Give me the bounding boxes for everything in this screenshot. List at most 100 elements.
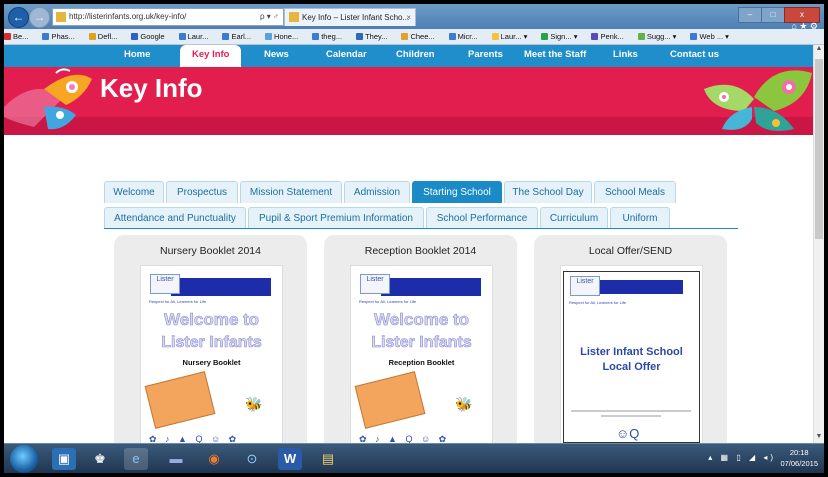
favorite-item[interactable]: Laur... — [178, 32, 216, 41]
tab-welcome[interactable]: Welcome — [104, 181, 164, 203]
back-button[interactable]: ← — [8, 7, 29, 28]
favorite-item[interactable]: Penk... — [591, 32, 630, 41]
nav-home[interactable]: Home — [124, 45, 150, 67]
tab-curriculum[interactable]: Curriculum — [540, 207, 608, 229]
page-banner: Key Info — [4, 67, 814, 135]
tab-starting-school[interactable]: Starting School — [412, 181, 502, 203]
minimize-button[interactable]: – — [738, 7, 762, 23]
system-tray-icons[interactable]: ▴ ▦ ▯ ◢ ◂) — [708, 453, 776, 462]
butterfly-left-icon — [4, 68, 92, 130]
favorite-icon — [131, 33, 139, 40]
banner-band — [4, 117, 814, 135]
tab-school-meals[interactable]: School Meals — [594, 181, 676, 203]
cover-small-text — [571, 410, 691, 412]
cover-heading-2: Lister Infants — [161, 334, 262, 352]
start-button[interactable] — [10, 445, 38, 473]
cover-subtitle: Reception Booklet — [388, 358, 455, 367]
favorite-item[interactable]: Sign... ▾ — [541, 32, 584, 41]
favorite-item[interactable]: Chee... — [401, 32, 441, 41]
tab-title: Key Info – Lister Infant Scho... — [302, 13, 410, 22]
forward-button[interactable]: → — [29, 7, 50, 28]
favorite-item[interactable]: Web ... ▾ — [690, 32, 735, 41]
favorite-item[interactable]: theg... — [312, 32, 349, 41]
favorite-label: Sugg... ▾ — [646, 32, 677, 41]
taskbar-app-icon[interactable]: ♚ — [88, 448, 112, 470]
nav-contact-us[interactable]: Contact us — [670, 45, 719, 67]
card-title: Nursery Booklet 2014 — [160, 245, 261, 257]
favorite-item[interactable]: Earl... — [222, 32, 258, 41]
favorite-label: Earl... — [231, 32, 252, 41]
tab-pupil-sport-premium[interactable]: Pupil & Sport Premium Information — [248, 207, 424, 229]
clock-date: 07/06/2015 — [780, 459, 818, 468]
maximize-button[interactable]: □ — [761, 7, 785, 23]
scroll-up-icon[interactable]: ▲ — [814, 45, 824, 55]
page-scrollbar[interactable]: ▲ ▼ — [813, 45, 824, 443]
favorite-item[interactable]: Hone... — [265, 32, 305, 41]
nursery-booklet-cover[interactable]: Lister Respect for All, Learners for Lif… — [140, 265, 283, 443]
address-bar[interactable]: http://listerinfants.org.uk/key-info/ ρ … — [52, 8, 284, 26]
favorite-item[interactable]: Be... — [4, 32, 35, 41]
favorite-icon — [491, 33, 499, 40]
tab-uniform[interactable]: Uniform — [610, 207, 670, 229]
taskbar-clock[interactable]: 20:18 07/06/2015 — [780, 447, 818, 469]
favorite-item[interactable]: Sugg... ▾ — [637, 32, 684, 41]
nav-meet-the-staff[interactable]: Meet the Staff — [524, 45, 586, 67]
screenshot: ← → http://listerinfants.org.uk/key-info… — [4, 4, 824, 473]
taskbar-app-icon[interactable]: ⊙ — [240, 448, 264, 470]
tab-close-icon[interactable]: × — [406, 9, 411, 26]
tab-favicon-icon — [289, 12, 299, 22]
note-paper-icon — [354, 371, 426, 429]
nav-calendar[interactable]: Calendar — [326, 45, 367, 67]
favorite-item[interactable]: Micr... — [448, 32, 485, 41]
favorite-label: Hone... — [274, 32, 299, 41]
tab-attendance-and-punctuality[interactable]: Attendance and Punctuality — [104, 207, 246, 229]
card-title: Reception Booklet 2014 — [364, 245, 477, 257]
taskbar-app-icon[interactable]: ▬ — [164, 448, 188, 470]
nav-news[interactable]: News — [264, 45, 289, 67]
cover-icons: ✿ ♪ ▲ Q ☺ ✿ — [149, 434, 240, 443]
favorite-item[interactable]: Phas... — [42, 32, 81, 41]
file-explorer-icon[interactable]: ▤ — [316, 448, 340, 470]
cover-heading-1: Lister Infant School — [580, 346, 683, 358]
favorite-icon — [356, 33, 364, 40]
logo-banner — [381, 278, 481, 296]
tab-admission[interactable]: Admission — [344, 181, 410, 203]
favorite-label: Be... — [13, 32, 29, 41]
school-motto: Respect for All, Learners for Life — [569, 300, 627, 305]
firefox-icon[interactable]: ◉ — [202, 448, 226, 470]
cover-heading-1: Welcome to — [163, 310, 260, 330]
nav-children[interactable]: Children — [396, 45, 435, 67]
favorite-item[interactable]: Defl... — [88, 32, 125, 41]
favorite-item[interactable]: Laur... ▾ — [491, 32, 535, 41]
tab-the-school-day[interactable]: The School Day — [504, 181, 592, 203]
logo-banner — [591, 280, 683, 294]
card-title: Local Offer/SEND — [588, 245, 673, 257]
cover-emblem-icon: ☺Q — [616, 426, 640, 441]
favorite-item[interactable]: Google — [131, 32, 171, 41]
local-offer-cover[interactable]: Lister Respect for All, Learners for Lif… — [560, 265, 703, 443]
word-icon[interactable]: W — [278, 448, 302, 470]
nav-links[interactable]: Links — [613, 45, 638, 67]
nav-parents[interactable]: Parents — [468, 45, 503, 67]
favorite-item[interactable]: They... — [356, 32, 394, 41]
cover-subtitle: Nursery Booklet — [182, 358, 241, 367]
browser-tab[interactable]: Key Info – Lister Infant Scho... × — [284, 8, 416, 26]
card-reception-booklet: Reception Booklet 2014 Lister Respect fo… — [324, 235, 517, 443]
reception-booklet-cover[interactable]: Lister Respect for All, Learners for Lif… — [350, 265, 493, 443]
favorite-icon — [222, 33, 230, 40]
internet-explorer-icon[interactable]: e — [124, 448, 148, 470]
nav-key-info[interactable]: Key Info — [180, 45, 242, 69]
scrollbar-thumb[interactable] — [815, 59, 823, 239]
school-logo: Lister — [360, 274, 390, 294]
taskbar-app-icon[interactable]: ▣ — [52, 448, 76, 470]
clock-time: 20:18 — [789, 448, 809, 457]
tab-mission-statement[interactable]: Mission Statement — [240, 181, 342, 203]
tab-prospectus[interactable]: Prospectus — [166, 181, 238, 203]
favorite-label: Defl... — [97, 32, 118, 41]
tab-school-performance[interactable]: School Performance — [426, 207, 538, 229]
butterfly-right-icon — [704, 70, 812, 131]
favorite-label: theg... — [321, 32, 343, 41]
scroll-down-icon[interactable]: ▼ — [814, 433, 824, 443]
school-logo: Lister — [570, 276, 600, 296]
address-controls-icon[interactable]: ρ ▾ ♂ — [260, 9, 279, 25]
